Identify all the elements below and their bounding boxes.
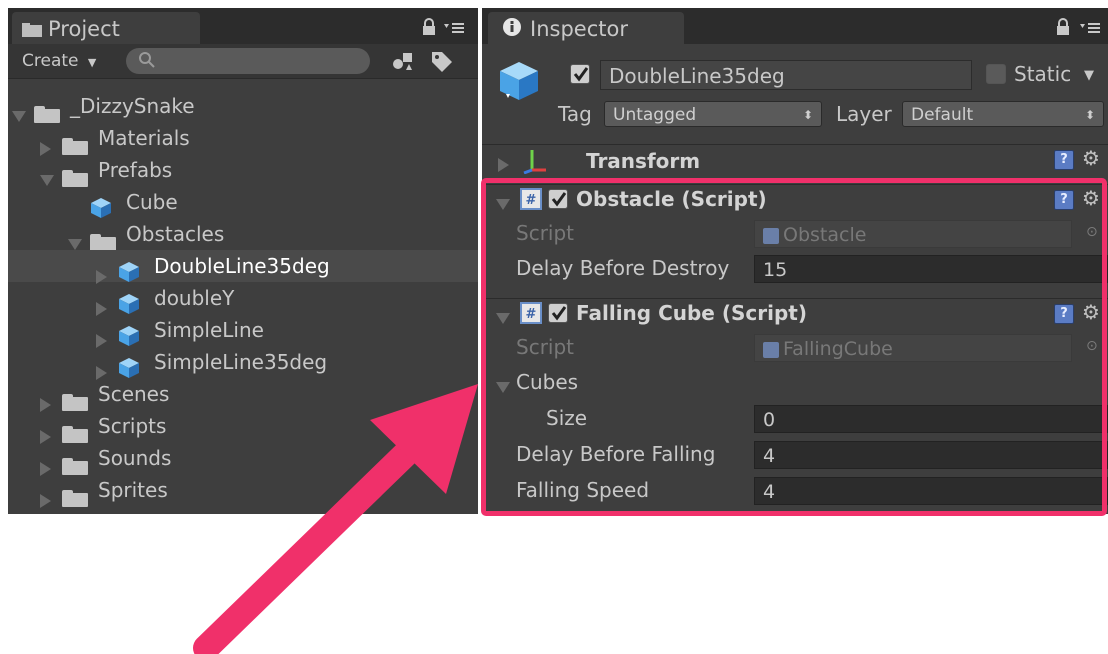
- annotation-arrow: [193, 384, 478, 654]
